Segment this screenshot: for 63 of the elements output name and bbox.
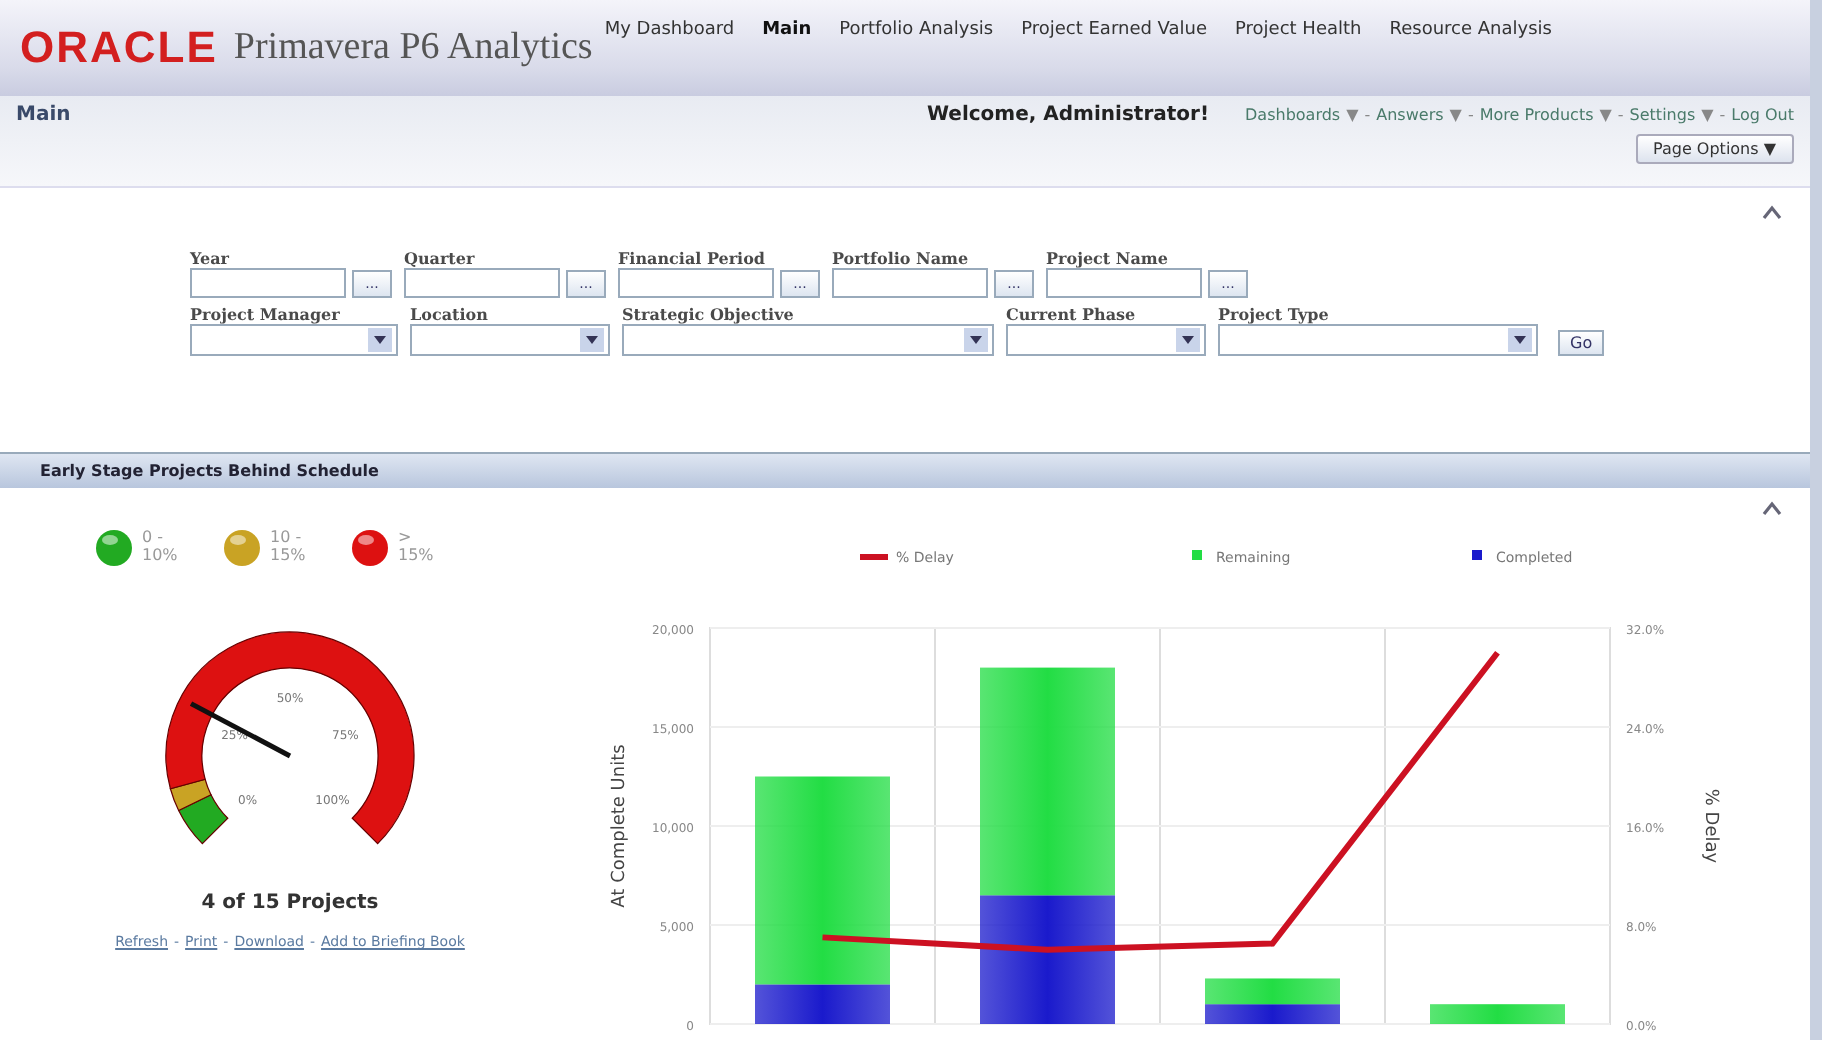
filter-label: Year	[190, 248, 232, 268]
legend-label: 0 - 10%	[142, 530, 180, 566]
separator-text: -	[1467, 106, 1474, 124]
filter-label: Quarter	[404, 248, 477, 268]
global-link[interactable]: More Products	[1479, 106, 1594, 124]
dashboard-tab[interactable]: Resource Analysis	[1389, 16, 1552, 44]
caret-icon	[964, 328, 988, 352]
filter-label: Current Phase	[1006, 304, 1138, 324]
y-axis-title: % Delay	[1700, 788, 1720, 864]
filter-field[interactable]	[190, 268, 346, 298]
global-link[interactable]: Log Out	[1731, 106, 1794, 124]
caret-icon	[1508, 328, 1532, 352]
dashboard-tab[interactable]: My Dashboard	[604, 16, 735, 44]
separator-text: -	[1617, 106, 1624, 124]
global-link[interactable]: Dashboards	[1245, 106, 1341, 124]
filter-label: Strategic Objective	[622, 304, 796, 324]
filter-dropdown[interactable]	[622, 324, 994, 356]
legend-label: 10 - 15%	[270, 530, 308, 566]
bar	[1205, 1004, 1340, 1024]
filter-dropdown[interactable]	[410, 324, 610, 356]
filter-label: Project Manager	[190, 304, 342, 324]
status-dot-icon	[350, 528, 390, 568]
legend-label: > 15%	[398, 530, 436, 566]
collapse-icon[interactable]	[1762, 204, 1782, 220]
filter-dropdown[interactable]	[1218, 324, 1538, 356]
global-link[interactable]: Settings	[1629, 106, 1696, 124]
dashboard-tab[interactable]: Portfolio Analysis	[839, 16, 994, 44]
caret-icon	[1176, 328, 1200, 352]
y-axis-title: At Complete Units	[610, 744, 630, 908]
page-options-button[interactable]: Page Options ▼	[1635, 134, 1794, 164]
dashboard-tab[interactable]: Project Earned Value	[1021, 16, 1208, 44]
filter-label: Portfolio Name	[832, 248, 971, 268]
filter-field[interactable]	[1046, 268, 1202, 298]
filter-field[interactable]	[404, 268, 560, 298]
bar	[1430, 1004, 1565, 1024]
filter-label: Financial Period	[618, 248, 768, 268]
dashboard-tab[interactable]: Project Health	[1235, 16, 1362, 44]
status-dot-icon	[222, 528, 262, 568]
caret-icon	[368, 328, 392, 352]
separator-text: -	[1719, 106, 1726, 124]
product-title: Primavera P6 Analytics	[233, 26, 593, 70]
page-title: Main	[16, 104, 71, 126]
oracle-logo: ORACLE	[20, 22, 218, 74]
collapse-icon[interactable]	[1762, 500, 1782, 516]
welcome-text: Welcome, Administrator!	[927, 104, 1210, 126]
filter-label: Project Name	[1046, 248, 1170, 268]
status-dot-icon	[94, 528, 134, 568]
filter-field[interactable]	[618, 268, 774, 298]
filter-label: Location	[410, 304, 490, 324]
filter-dropdown[interactable]	[1006, 324, 1206, 356]
caret-icon	[580, 328, 604, 352]
filter-label: Project Type	[1218, 304, 1331, 324]
legend-square-icon	[1192, 550, 1202, 560]
separator-text: -	[1364, 106, 1371, 124]
filter-field[interactable]	[832, 268, 988, 298]
section-header: Early Stage Projects Behind Schedule	[0, 452, 1810, 488]
go-button[interactable]: Go	[1558, 330, 1605, 356]
filter-dropdown[interactable]	[190, 324, 398, 356]
bar	[1205, 978, 1340, 1005]
dashboard-tab[interactable]: Main	[762, 16, 812, 44]
legend-square-icon	[1472, 550, 1482, 560]
global-link[interactable]: Answers	[1376, 106, 1444, 124]
gauge-caption: 4 of 15 Projects	[201, 892, 379, 914]
